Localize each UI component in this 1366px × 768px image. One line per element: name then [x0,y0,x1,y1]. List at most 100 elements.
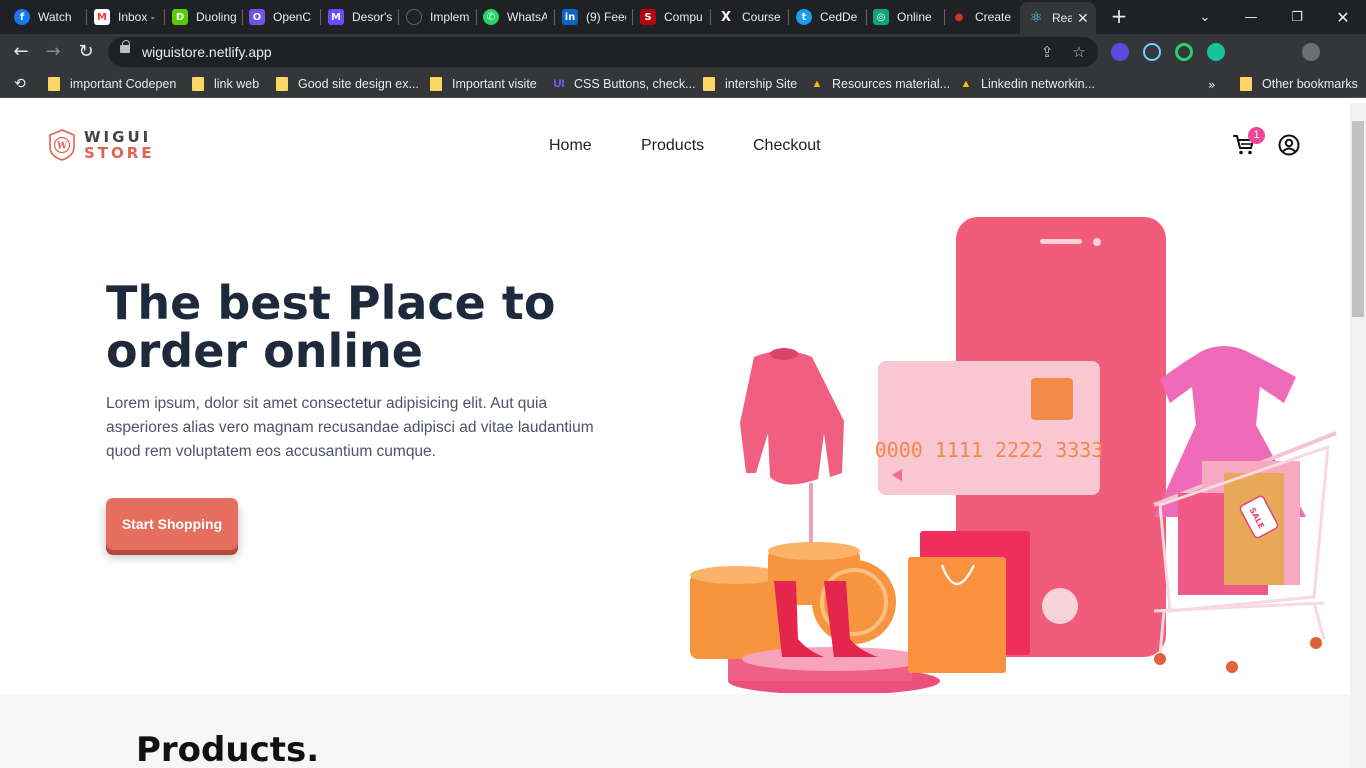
user-account-icon[interactable] [1277,133,1301,157]
bookmark-star-icon[interactable]: ☆ [1070,43,1088,61]
bookmark-folder[interactable]: Good site design ex... [276,70,419,98]
close-tab-icon[interactable]: ✕ [1076,10,1090,27]
scrollbar-thumb[interactable] [1352,121,1364,317]
more-bookmarks-icon[interactable]: » [1208,70,1216,98]
back-arrow-icon[interactable]: ← [8,39,34,65]
bookmark-label: Good site design ex... [298,77,419,91]
products-section: Products. [0,694,1350,768]
url-text[interactable]: wiguistore.netlify.app [142,44,272,60]
bookmark-folder[interactable]: intership Site [703,70,797,98]
tab-divider [632,9,633,25]
other-bookmarks-folder[interactable]: Other bookmarks [1240,70,1358,98]
coin-illustration [812,560,896,644]
new-tab-button[interactable]: + [1108,5,1130,27]
forward-arrow-icon[interactable]: → [40,39,66,65]
tab-search-icon[interactable]: ⌄ [1182,0,1228,34]
site-logo[interactable]: W WIGUI STORE [48,127,163,163]
bookmark-label: CSS Buttons, check... [574,77,696,91]
app-icon: ● [951,9,967,25]
tab-divider [398,9,399,25]
share-icon[interactable]: ⇪ [1038,43,1056,61]
bookmark-label: intership Site [725,77,798,91]
browser-tab-active[interactable]: ⚛ Rea ✕ [1020,2,1096,34]
linkedin-icon: in [562,9,578,25]
x-icon: X [718,9,734,25]
bookmark-link[interactable]: UI CSS Buttons, check... [552,70,696,98]
bookmark-folder[interactable]: important Codepen [48,70,176,98]
bookmark-link[interactable]: ▲ Linkedin networkin... [959,70,1095,98]
tab-divider [242,9,243,25]
tab-label: Duoling [196,10,236,24]
folder-icon [48,77,60,91]
bookmark-label: Other bookmarks [1262,77,1358,91]
bookmark-label: Resources material... [832,77,951,91]
bookmark-link[interactable]: ▲ Resources material... [810,70,951,98]
tab-label: CedDe [820,10,858,24]
tab-label: (9) Feed [586,10,626,24]
browser-tab[interactable]: t CedDe [796,0,860,34]
browser-tab[interactable]: D Duoling [172,0,236,34]
bookmark-folder[interactable]: Important visite [430,70,537,98]
duolingo-icon: D [172,9,188,25]
browser-tab[interactable]: S Compu [640,0,704,34]
products-heading: Products. [136,730,320,768]
folder-icon [703,77,715,91]
address-bar[interactable]: wiguistore.netlify.app ⇪ ☆ [108,37,1098,67]
tab-divider [710,9,711,25]
browser-tab[interactable]: f Watch [14,0,78,34]
reload-icon[interactable]: ↻ [73,39,99,65]
browser-tab[interactable]: in (9) Feed [562,0,626,34]
extension-icon[interactable] [1111,43,1129,61]
sweater-illustration [740,351,844,485]
browser-tab[interactable]: M Desor's [328,0,392,34]
nav-products[interactable]: Products [641,137,704,155]
grammarly-icon[interactable] [1207,43,1225,61]
tab-label: WhatsA [507,10,547,24]
tab-label: Compu [664,10,703,24]
browser-toolbar: ← → ↻ wiguistore.netlify.app ⇪ ☆ ✚ ▌ ⋮ [0,34,1366,95]
bookmark-folder[interactable]: link web [192,70,259,98]
chatgpt-icon: ◎ [873,9,889,25]
folder-icon [1240,77,1252,91]
tab-label: OpenC [273,10,312,24]
start-shopping-button[interactable]: Start Shopping [106,498,238,550]
react-devtools-icon[interactable] [1143,43,1161,61]
browser-tab[interactable]: ● Create [951,0,1015,34]
tab-label: Rea [1052,11,1072,25]
tab-label: Watch [38,10,72,24]
phone-home-button [1042,588,1078,624]
page-scrollbar[interactable] [1350,103,1366,768]
web-page: W WIGUI STORE Home Products Checkout 1 T… [0,103,1350,768]
browser-tab[interactable]: X Course [718,0,782,34]
minimize-icon[interactable]: — [1228,0,1274,34]
logo-text-bottom: STORE [84,144,155,162]
whatsapp-icon: ✆ [483,9,499,25]
github-icon [406,9,422,25]
nav-home[interactable]: Home [549,137,592,155]
cart-count-badge: 1 [1248,127,1265,144]
stanford-icon: S [640,9,656,25]
close-window-icon[interactable]: ✕ [1320,0,1366,34]
browser-tab[interactable]: ◎ Online [873,0,937,34]
uiverse-icon: UI [553,78,565,90]
profile-avatar[interactable] [1302,43,1320,61]
bookmark-label: Linkedin networkin... [981,77,1095,91]
browser-tab[interactable]: M Inbox - [94,0,158,34]
browser-tab[interactable]: O OpenC [249,0,313,34]
history-icon[interactable]: ⟲ [14,70,26,98]
restore-icon[interactable]: ❐ [1274,0,1320,34]
shopping-bag-illustration [908,557,1006,673]
tab-divider [164,9,165,25]
tab-label: Implem [430,10,470,24]
tab-label: Course [742,10,781,24]
tab-divider [320,9,321,25]
browser-tab[interactable]: ✆ WhatsA [483,0,547,34]
browser-tab[interactable]: Implem [406,0,470,34]
hero-title: The best Place to order online [106,276,556,378]
nav-checkout[interactable]: Checkout [753,137,821,155]
browser-tab-strip: f Watch M Inbox - D Duoling O OpenC M De… [0,0,1366,34]
tab-divider [86,9,87,25]
logo-seal-icon: W [49,129,75,161]
extension-icon[interactable] [1175,43,1193,61]
tab-label: Desor's [352,10,392,24]
